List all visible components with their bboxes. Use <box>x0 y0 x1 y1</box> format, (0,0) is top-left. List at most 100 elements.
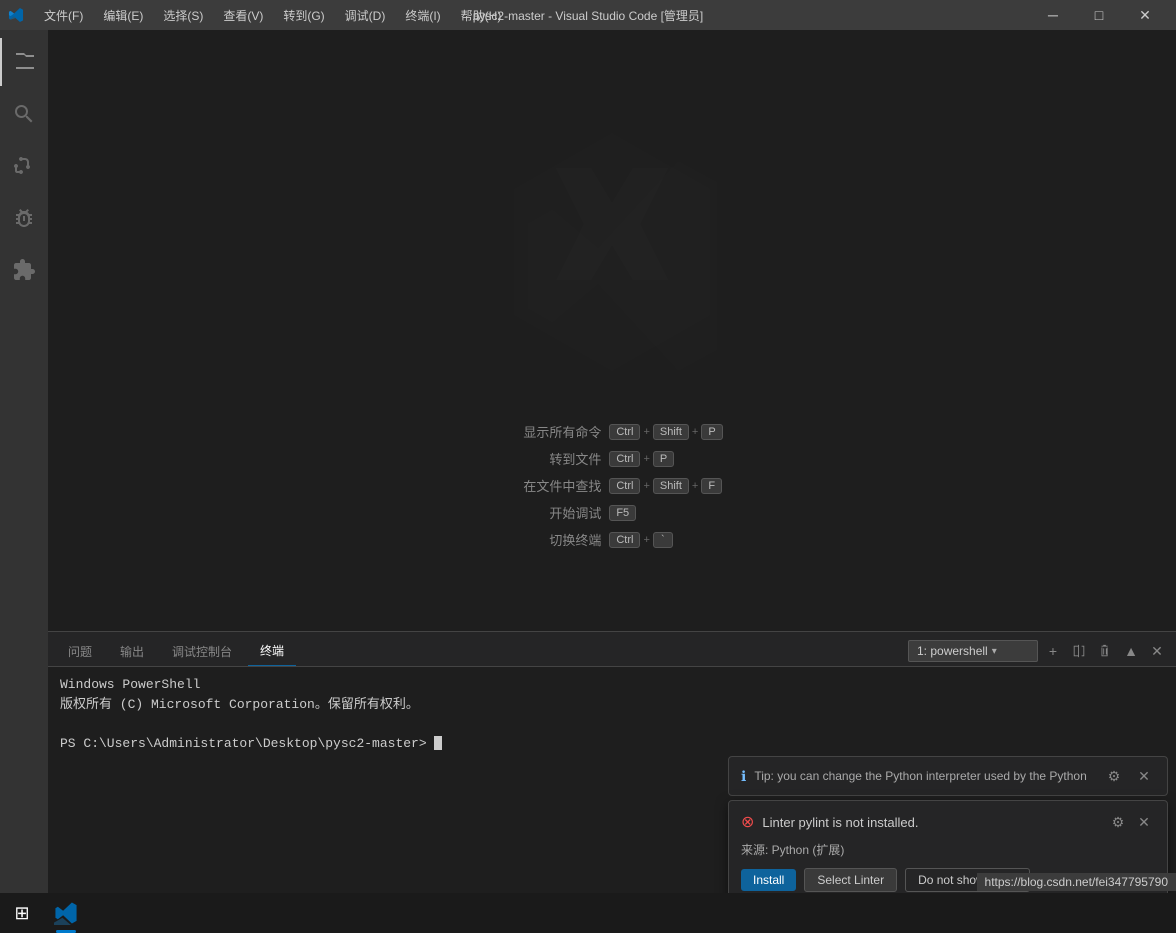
menu-file[interactable]: 文件(F) <box>36 5 91 26</box>
panel-maximize-button[interactable]: ▲ <box>1120 640 1142 662</box>
tab-debug-console[interactable]: 调试控制台 <box>160 637 244 666</box>
panel-tabs-bar: 问题 输出 调试控制台 终端 1: powershell ▾ + <box>48 632 1176 667</box>
tip-gear-button[interactable]: ⚙ <box>1103 765 1125 787</box>
tip-notification: ℹ Tip: you can change the Python interpr… <box>728 756 1168 796</box>
kbd-sep-2a: + <box>643 480 649 492</box>
taskbar-vscode-item[interactable] <box>44 893 88 933</box>
sidebar-item-debug[interactable] <box>0 194 48 242</box>
taskbar-vscode-icon <box>54 901 78 925</box>
vscode-watermark <box>472 112 752 392</box>
search-icon <box>12 102 36 126</box>
menu-debug[interactable]: 调试(D) <box>337 5 394 26</box>
shortcut-show-commands: 显示所有命令 Ctrl + Shift + P <box>501 422 722 441</box>
vscode-watermark-icon <box>472 112 752 392</box>
titlebar-menu: 文件(F) 编辑(E) 选择(S) 查看(V) 转到(G) 调试(D) 终端(I… <box>36 5 509 26</box>
kbd-group-3: F5 <box>609 505 636 521</box>
debug-icon <box>12 206 36 230</box>
notification-title: Linter pylint is not installed. <box>762 815 918 830</box>
kbd-p-0: P <box>701 424 722 440</box>
kbd-group-0: Ctrl + Shift + P <box>609 424 722 440</box>
sidebar-item-explorer[interactable] <box>0 38 48 86</box>
minimize-button[interactable]: ─ <box>1030 0 1076 30</box>
kbd-sep-1a: + <box>643 453 649 465</box>
titlebar-left: 文件(F) 编辑(E) 选择(S) 查看(V) 转到(G) 调试(D) 终端(I… <box>8 5 509 26</box>
vscode-logo-icon <box>8 7 24 23</box>
menu-terminal[interactable]: 终端(I) <box>397 5 448 26</box>
sidebar-item-extensions[interactable] <box>0 246 48 294</box>
terminal-prompt-text: PS C:\Users\Administrator\Desktop\pysc2-… <box>60 736 427 751</box>
kbd-sep-0b: + <box>692 426 698 438</box>
kbd-backtick: ` <box>653 532 673 548</box>
menu-select[interactable]: 选择(S) <box>155 5 211 26</box>
tab-problems[interactable]: 问题 <box>56 637 104 666</box>
notification-controls: ⚙ ✕ <box>1107 811 1155 833</box>
panel-close-button[interactable]: ✕ <box>1146 640 1168 662</box>
add-terminal-button[interactable]: + <box>1042 640 1064 662</box>
notification-source-text: 来源: Python (扩展) <box>741 843 844 857</box>
shortcut-label-1: 转到文件 <box>501 449 601 468</box>
menu-goto[interactable]: 转到(G) <box>275 5 332 26</box>
editor-area: 显示所有命令 Ctrl + Shift + P 转到文件 Ctrl + <box>48 30 1176 631</box>
shortcut-goto-file: 转到文件 Ctrl + P <box>501 449 674 468</box>
kbd-shift-0: Shift <box>653 424 689 440</box>
kbd-sep-4a: + <box>643 534 649 546</box>
source-control-icon <box>12 154 36 178</box>
notification-close-button[interactable]: ✕ <box>1133 811 1155 833</box>
titlebar: 文件(F) 编辑(E) 选择(S) 查看(V) 转到(G) 调试(D) 终端(I… <box>0 0 1176 30</box>
taskbar: ⊞ <box>0 893 1176 933</box>
taskbar-windows-button[interactable]: ⊞ <box>0 893 44 933</box>
shortcut-find-in-files: 在文件中查找 Ctrl + Shift + F <box>501 476 722 495</box>
url-bar: https://blog.csdn.net/fei347795790 <box>977 873 1176 891</box>
terminal-dropdown-label: 1: powershell <box>917 644 988 658</box>
notification-gear-button[interactable]: ⚙ <box>1107 811 1129 833</box>
kbd-f-2: F <box>701 478 722 494</box>
terminal-line-1: 版权所有 (C) Microsoft Corporation。保留所有权利。 <box>60 695 1164 715</box>
kbd-sep-2b: + <box>692 480 698 492</box>
notification-error-icon: ⊗ <box>741 812 754 832</box>
terminal-cursor <box>434 736 442 750</box>
split-terminal-button[interactable] <box>1068 640 1090 662</box>
tab-terminal[interactable]: 终端 <box>248 636 296 666</box>
shortcut-start-debug: 开始调试 F5 <box>501 503 636 522</box>
kbd-group-4: Ctrl + ` <box>609 532 673 548</box>
trash-icon <box>1098 644 1112 658</box>
install-button[interactable]: Install <box>741 869 796 891</box>
windows-icon: ⊞ <box>14 903 29 924</box>
tip-notification-text: Tip: you can change the Python interpret… <box>754 769 1095 783</box>
select-linter-button[interactable]: Select Linter <box>804 868 897 892</box>
window-controls: ─ □ ✕ <box>1030 0 1168 30</box>
notification-header: ⊗ Linter pylint is not installed. ⚙ ✕ <box>741 811 1155 833</box>
notification-title-row: ⊗ Linter pylint is not installed. <box>741 812 919 832</box>
split-icon <box>1072 644 1086 658</box>
info-icon: ℹ <box>741 768 746 785</box>
close-button[interactable]: ✕ <box>1122 0 1168 30</box>
panel-tabs-row: 问题 输出 调试控制台 终端 <box>56 636 908 666</box>
files-icon <box>13 50 37 74</box>
shortcuts-area: 显示所有命令 Ctrl + Shift + P 转到文件 Ctrl + <box>501 422 722 549</box>
tab-output[interactable]: 输出 <box>108 637 156 666</box>
menu-view[interactable]: 查看(V) <box>215 5 271 26</box>
terminal-dropdown[interactable]: 1: powershell ▾ <box>908 640 1038 662</box>
kbd-group-1: Ctrl + P <box>609 451 674 467</box>
terminal-line-2 <box>60 714 1164 734</box>
sidebar-item-source-control[interactable] <box>0 142 48 190</box>
menu-edit[interactable]: 编辑(E) <box>95 5 151 26</box>
shortcut-toggle-terminal: 切换终端 Ctrl + ` <box>501 530 673 549</box>
kbd-ctrl-4: Ctrl <box>609 532 640 548</box>
extensions-icon <box>12 258 36 282</box>
tip-close-button[interactable]: ✕ <box>1133 765 1155 787</box>
shortcut-label-3: 开始调试 <box>501 503 601 522</box>
kill-terminal-button[interactable] <box>1094 640 1116 662</box>
notification-source: 来源: Python (扩展) <box>741 841 1155 858</box>
maximize-button[interactable]: □ <box>1076 0 1122 30</box>
activity-bar <box>0 30 48 911</box>
panel-toolbar: 1: powershell ▾ + <box>908 640 1168 666</box>
kbd-group-2: Ctrl + Shift + F <box>609 478 722 494</box>
sidebar-item-search[interactable] <box>0 90 48 138</box>
kbd-p-1: P <box>653 451 674 467</box>
kbd-ctrl-0: Ctrl <box>609 424 640 440</box>
kbd-ctrl-1: Ctrl <box>609 451 640 467</box>
kbd-sep-0a: + <box>643 426 649 438</box>
chevron-down-icon: ▾ <box>992 646 997 657</box>
shortcut-label-0: 显示所有命令 <box>501 422 601 441</box>
